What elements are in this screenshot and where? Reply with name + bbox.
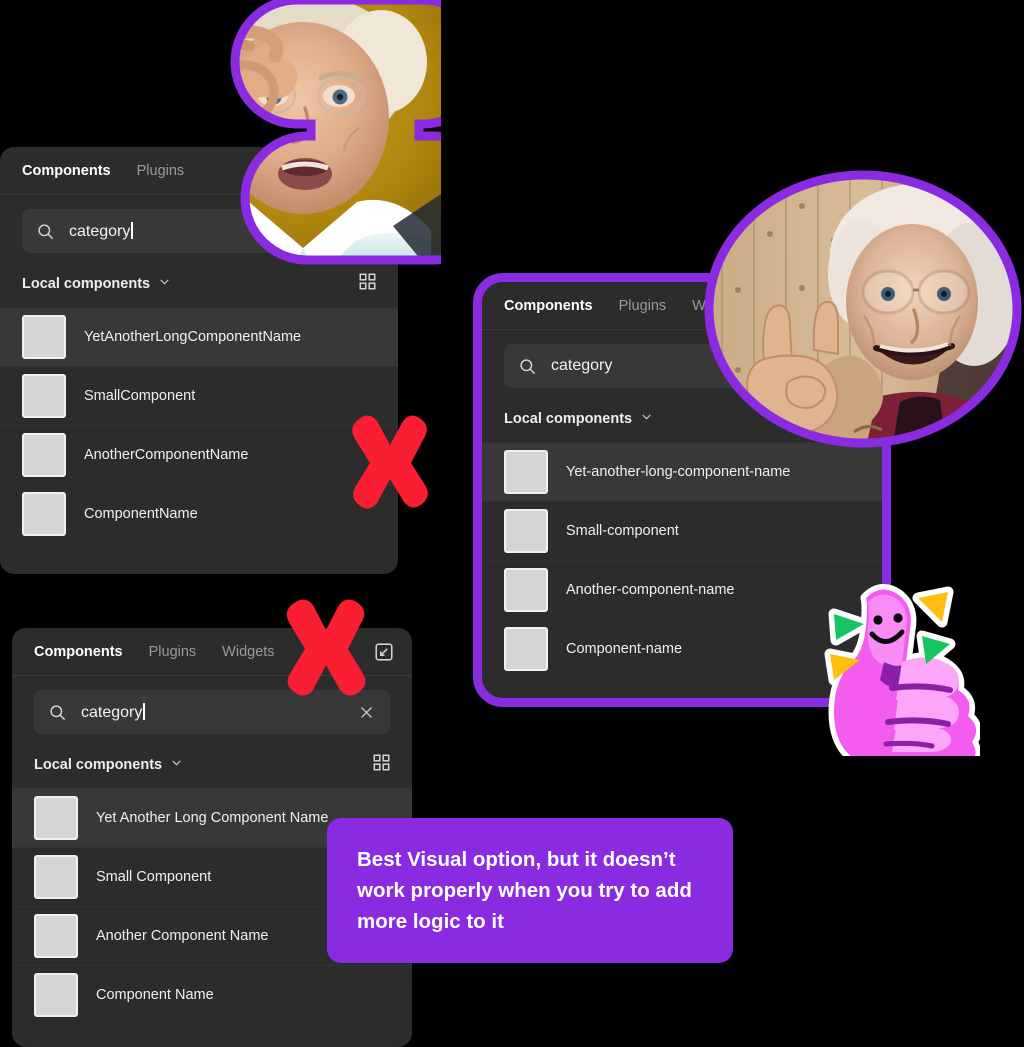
- search-icon: [48, 703, 67, 722]
- component-thumbnail: [504, 627, 548, 671]
- elderly-woman-ok-gesture-photo: [153, 0, 500, 268]
- section-label: Local components: [504, 411, 633, 427]
- component-name: Small Component: [96, 869, 212, 885]
- search-icon: [518, 357, 537, 376]
- component-name: ComponentName: [84, 506, 198, 522]
- component-thumbnail: [22, 374, 66, 418]
- component-thumbnail: [34, 914, 78, 958]
- component-thumbnail: [504, 568, 548, 612]
- chevron-down-icon[interactable]: [640, 410, 653, 428]
- tab-components[interactable]: Components: [504, 298, 593, 314]
- section-label: Local components: [22, 276, 151, 292]
- component-name: Component Name: [96, 987, 214, 1003]
- tab-widgets[interactable]: Widgets: [222, 644, 274, 660]
- component-name: Yet Another Long Component Name: [96, 810, 329, 826]
- clear-icon[interactable]: [356, 702, 376, 722]
- tab-components[interactable]: Components: [22, 163, 111, 179]
- grid-view-icon[interactable]: [373, 754, 390, 776]
- red-x-mark-title-case: [279, 597, 373, 699]
- expand-panel-icon[interactable]: [372, 640, 396, 664]
- component-thumbnail: [34, 855, 78, 899]
- component-name: Another Component Name: [96, 928, 269, 944]
- chevron-down-icon[interactable]: [170, 756, 183, 774]
- tab-components[interactable]: Components: [34, 644, 123, 660]
- component-thumbnail: [504, 450, 548, 494]
- section-label: Local components: [34, 757, 163, 773]
- tab-plugins[interactable]: Plugins: [619, 298, 667, 314]
- component-list-item[interactable]: Component Name: [12, 965, 412, 1024]
- search-value: category: [81, 702, 342, 722]
- title-case-callout: Best Visual option, but it doesn’t work …: [327, 818, 733, 964]
- tab-plugins[interactable]: Plugins: [149, 644, 197, 660]
- component-thumbnail: [22, 492, 66, 536]
- component-name: Component-name: [566, 641, 683, 657]
- component-list-item[interactable]: SmallComponent: [0, 366, 398, 425]
- chevron-down-icon[interactable]: [158, 275, 171, 293]
- pink-thumbs-up-sticker: [814, 576, 982, 780]
- elderly-woman-rock-gesture-photo: [704, 170, 1022, 448]
- component-name: Yet-another-long-component-name: [566, 464, 791, 480]
- component-list-item[interactable]: Yet-another-long-component-name: [482, 442, 882, 501]
- red-x-mark-camel-case: [345, 413, 435, 511]
- component-name: AnotherComponentName: [84, 447, 249, 463]
- component-name: Small-component: [566, 523, 679, 539]
- canvas: Components Plugins category Local compon…: [0, 0, 1024, 1047]
- component-thumbnail: [22, 315, 66, 359]
- component-list-item[interactable]: Small-component: [482, 501, 882, 560]
- local-components-header[interactable]: Local components: [0, 263, 398, 307]
- grid-view-icon[interactable]: [359, 273, 376, 295]
- component-list-item[interactable]: ComponentName: [0, 484, 398, 543]
- local-components-header[interactable]: Local components: [12, 744, 412, 788]
- search-icon: [36, 222, 55, 241]
- component-thumbnail: [22, 433, 66, 477]
- component-thumbnail: [34, 973, 78, 1017]
- component-thumbnail: [34, 796, 78, 840]
- component-list-item[interactable]: AnotherComponentName: [0, 425, 398, 484]
- component-name: SmallComponent: [84, 388, 196, 404]
- component-thumbnail: [504, 509, 548, 553]
- component-list-item[interactable]: YetAnotherLongComponentName: [0, 307, 398, 366]
- component-name: YetAnotherLongComponentName: [84, 329, 302, 345]
- callout-text: Best Visual option, but it doesn’t work …: [357, 848, 692, 934]
- component-name: Another-component-name: [566, 582, 735, 598]
